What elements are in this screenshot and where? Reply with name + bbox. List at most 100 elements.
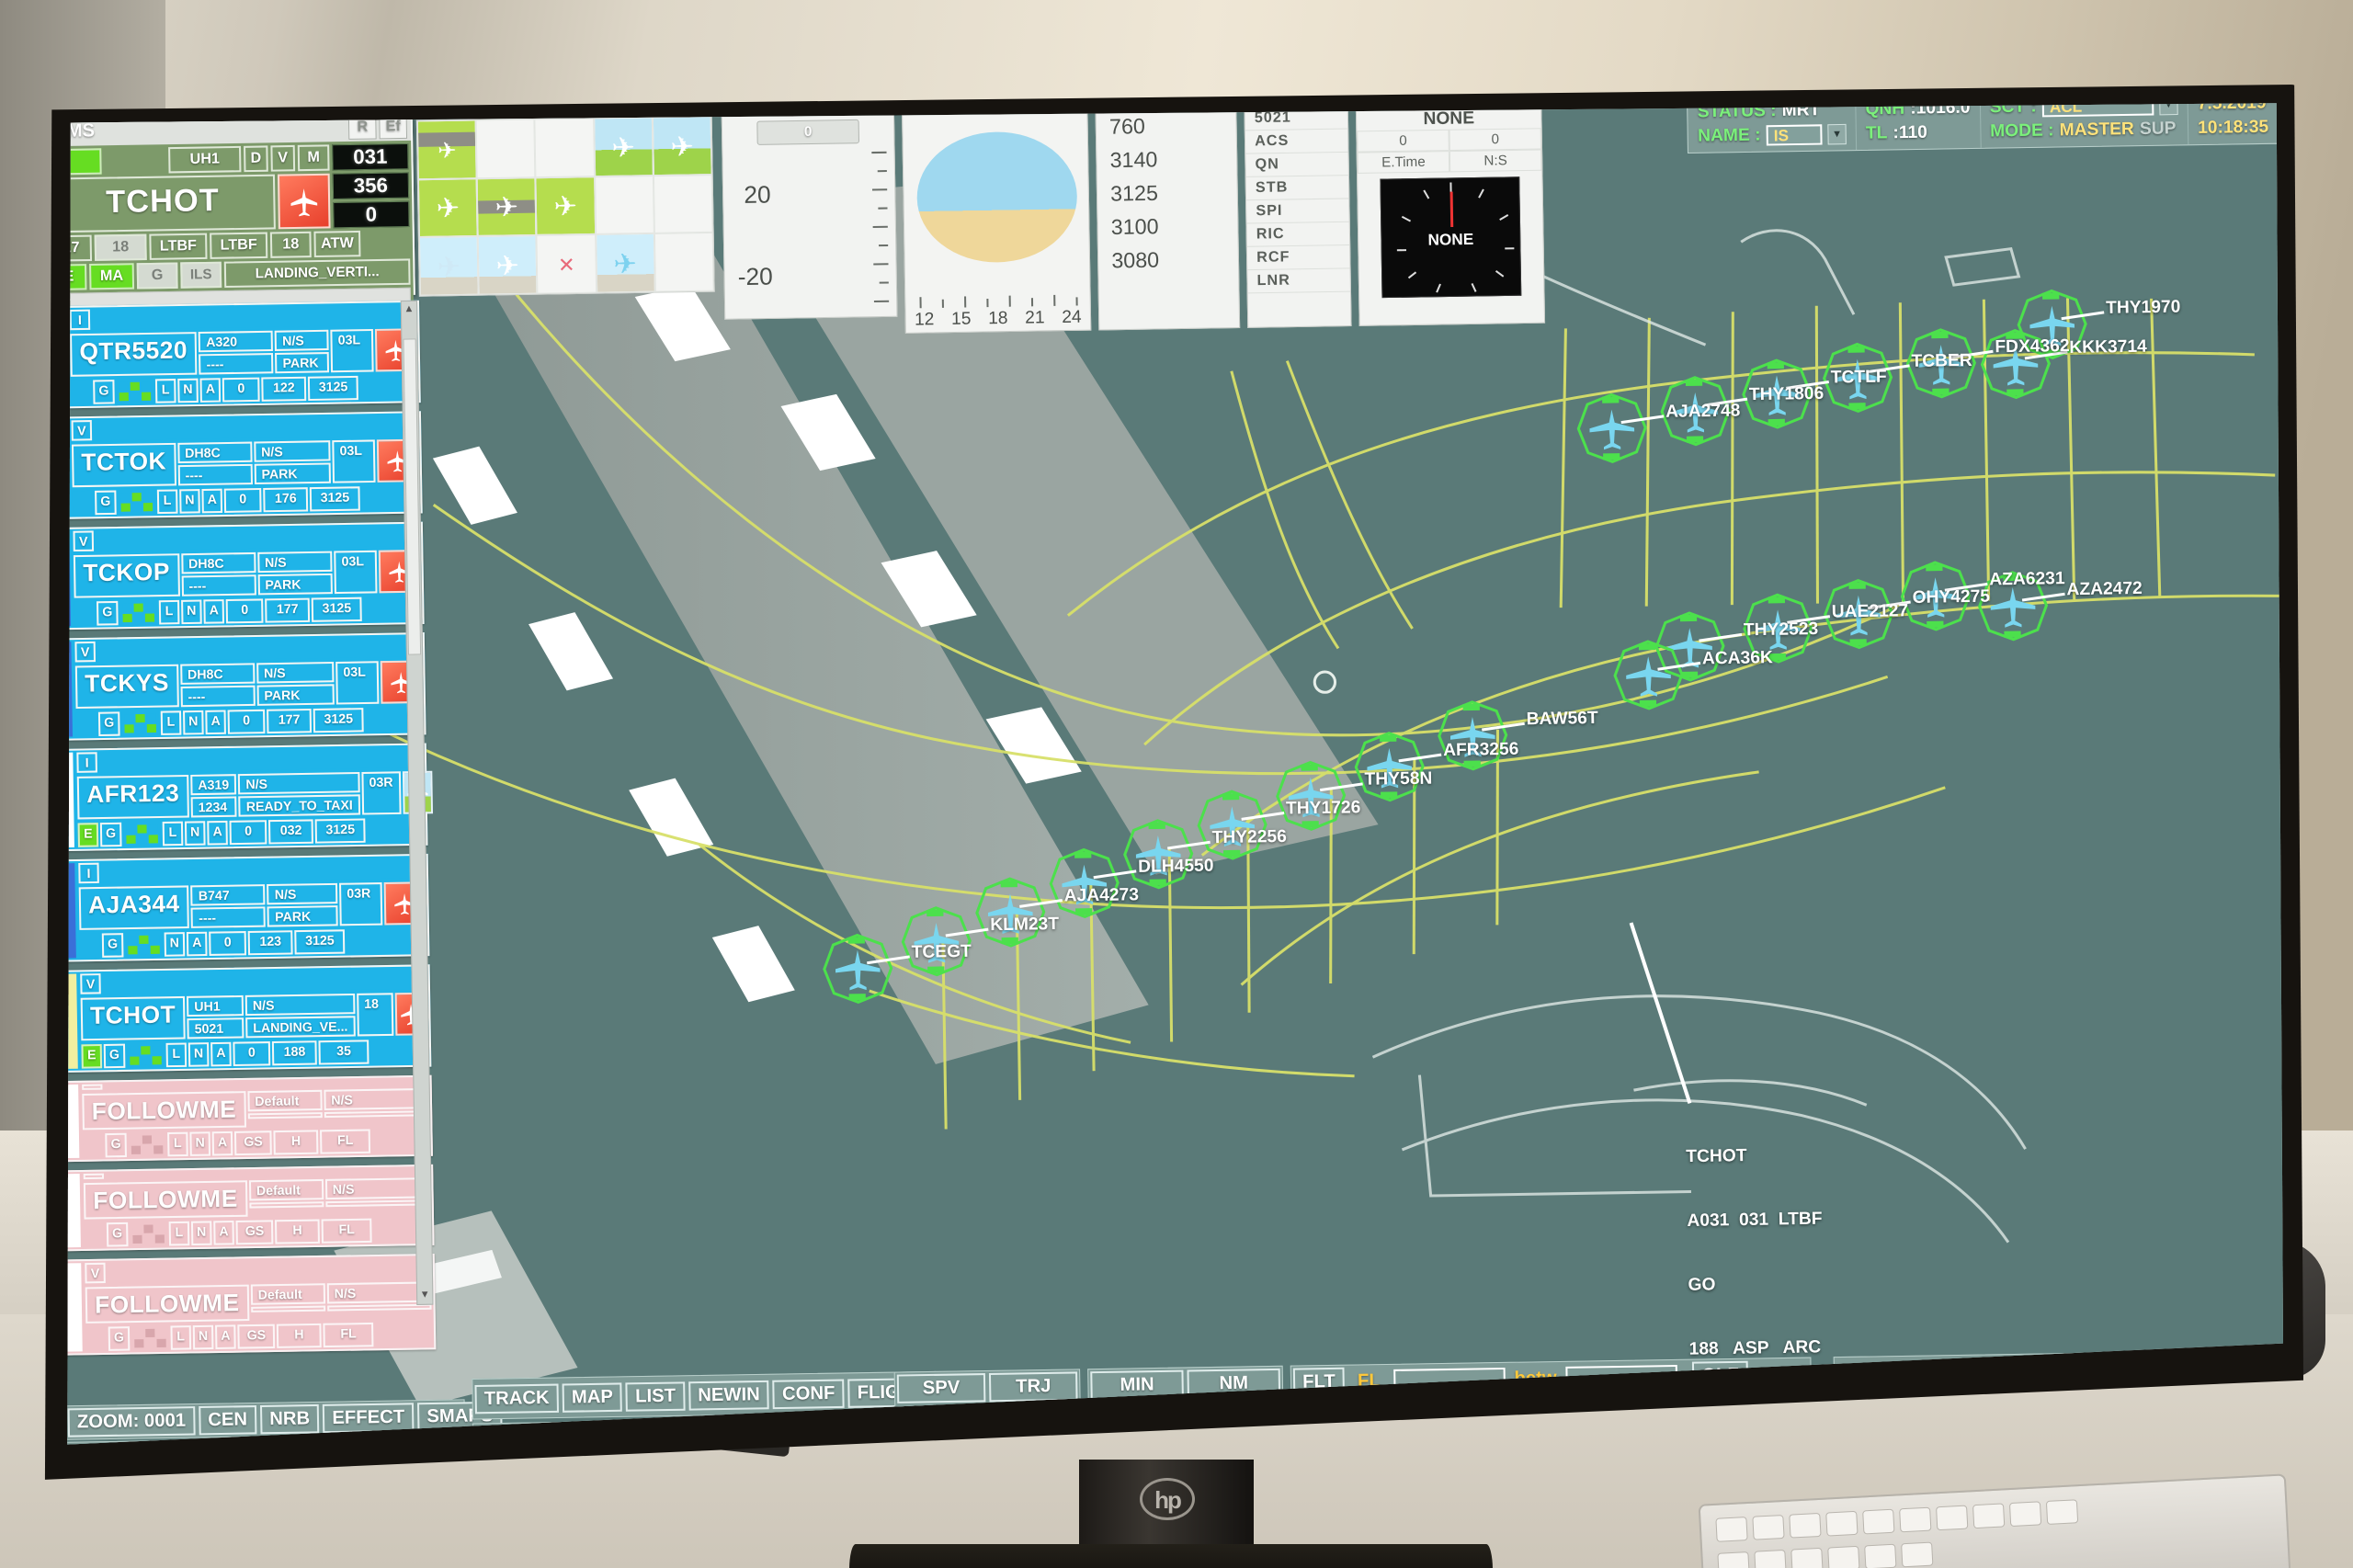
fms-window[interactable]: FMS R Ef UH1 D V M 031 TCHOT 356 0 17 18… xyxy=(67,110,415,339)
adi-label-4: 24 xyxy=(1062,307,1082,328)
map-symbol-palette[interactable]: ✈ ✈ ✈ ✈ ✈ ✈ ✈ ✈ ✕ ✈ xyxy=(415,115,715,297)
palette-cell-approach-icon[interactable]: ✈ xyxy=(477,235,538,295)
palette-cell-empty-3[interactable] xyxy=(594,175,654,235)
mode-item-6[interactable]: RCF xyxy=(1246,245,1350,271)
flight-strip[interactable]: I AJA344 B747 ---- N/S PARK 03R G N A 0 123 3125 xyxy=(67,853,430,962)
flight-strip[interactable]: I QTR5520 A320 ---- N/S PARK 03L G L N A 0 122 3125 xyxy=(67,300,421,409)
radar-target[interactable]: TCEGT xyxy=(813,923,1028,1012)
fms-dep-airport[interactable]: LTBF xyxy=(149,233,208,260)
strip-g-flag: G xyxy=(96,600,119,626)
fms-rwy-sel[interactable]: 18 xyxy=(269,231,312,258)
palette-cell-empty-2[interactable] xyxy=(534,118,595,177)
palette-cell-empty-5[interactable] xyxy=(654,233,714,292)
fms-arr-airport[interactable]: LTBF xyxy=(210,232,268,259)
fms-phase-field[interactable]: LANDING_VERTI... xyxy=(223,258,411,289)
track-button[interactable]: TRACK xyxy=(474,1383,560,1414)
spv-button[interactable]: SPV xyxy=(896,1373,986,1403)
vertical-deviation-widget[interactable]: 0 20 -20 xyxy=(721,112,898,320)
fms-m-button[interactable]: M xyxy=(297,144,330,172)
wind-dial-widget[interactable]: NONE 0 0 E.Time N:S NONE xyxy=(1355,103,1546,326)
fms-v-button[interactable]: V xyxy=(270,144,296,172)
target-callsign[interactable]: ACA36K xyxy=(1702,647,1773,670)
list-button[interactable]: LIST xyxy=(625,1381,686,1412)
flight-strip[interactable]: FOLLOWME Default N/S G L N A GS H FL xyxy=(67,1074,433,1163)
scroll-thumb[interactable] xyxy=(403,338,422,655)
strip-aircraft-type: Default xyxy=(247,1089,323,1112)
scroll-up-arrow[interactable]: ▲ xyxy=(403,303,415,316)
strip-route-1: N xyxy=(184,821,206,846)
center-button[interactable]: CEN xyxy=(198,1405,257,1436)
trj-button[interactable]: TRJ xyxy=(988,1371,1078,1403)
strip-num-2: H xyxy=(275,1219,321,1244)
palette-cell-pushback-icon[interactable]: ✈ xyxy=(417,177,478,238)
sup-label[interactable]: SUP xyxy=(2140,119,2177,140)
radar-target[interactable]: AJA2748 xyxy=(1566,382,1781,472)
altitude-value-1: 3140 xyxy=(1109,147,1158,173)
flight-strip[interactable]: V TCKOP DH8C ---- N/S PARK 03L G L N A 0 177 3125 xyxy=(67,521,425,631)
name-dropdown-arrow[interactable]: ▼ xyxy=(1827,123,1847,145)
fms-callsign[interactable]: TCHOT xyxy=(67,174,276,233)
strip-num-1: 0 xyxy=(233,1041,271,1066)
palette-cell-taxi-map-icon[interactable]: ✈ xyxy=(416,119,477,179)
flight-strip[interactable]: FOLLOWME Default N/S G L N A GS H FL xyxy=(67,1164,435,1252)
target-callsign[interactable]: THY1970 xyxy=(2106,296,2181,319)
fms-d-button[interactable]: D xyxy=(244,145,268,173)
mode-item-7[interactable]: LNR xyxy=(1247,268,1350,294)
mode-item-3[interactable]: STB xyxy=(1245,176,1349,201)
map-button[interactable]: MAP xyxy=(562,1381,623,1413)
strip-route-1: N xyxy=(182,710,204,735)
fms-rwy18[interactable]: 18 xyxy=(94,233,147,261)
mode-item-2[interactable]: QN xyxy=(1245,152,1348,177)
palette-cell-enroute-icon[interactable]: ✈ xyxy=(418,236,479,296)
strip-callsign: TCKOP xyxy=(73,553,180,598)
palette-cell-cancel-icon[interactable]: ✕ xyxy=(536,234,597,294)
flight-strip-list[interactable]: I QTR5520 A320 ---- N/S PARK 03L G L N A 0 122 3125 V T… xyxy=(67,300,437,1356)
strip-type-filler xyxy=(102,968,426,994)
scroll-down-arrow[interactable]: ▼ xyxy=(418,1289,431,1301)
fms-ils-flag[interactable]: ILS xyxy=(180,261,222,289)
flight-strip[interactable]: V TCKYS DH8C ---- N/S PARK 03L G L N A 0 177 3125 xyxy=(67,632,426,741)
palette-cell-departure-arrow-icon[interactable]: ✈ xyxy=(535,176,596,236)
palette-cell-empty-1[interactable] xyxy=(475,119,536,178)
mode-item-4[interactable]: SPI xyxy=(1246,199,1349,224)
strip-wake-state: N/S PARK xyxy=(256,551,333,596)
strip-callsign: AJA344 xyxy=(78,885,190,930)
brand-logo: hp xyxy=(1140,1478,1195,1520)
zoom-level-display[interactable]: ZOOM: 0001 xyxy=(67,1406,196,1437)
strip-num-3: 3125 xyxy=(311,597,362,622)
target-callsign[interactable]: AJA2748 xyxy=(1665,400,1741,423)
strip-wake-state: N/S PARK xyxy=(256,661,335,706)
altitude-tape-widget[interactable]: 760 3140 3125 3100 3080 xyxy=(1095,107,1241,331)
adi-label-2: 18 xyxy=(987,308,1008,329)
strip-selection-bar[interactable] xyxy=(67,1263,83,1352)
name-input[interactable]: IS xyxy=(1766,124,1823,146)
fms-g-flag[interactable]: G xyxy=(136,262,178,290)
wind-dial[interactable]: NONE xyxy=(1380,176,1522,299)
palette-cell-empty-4[interactable] xyxy=(653,174,713,234)
strip-num-3: 3125 xyxy=(314,818,366,844)
strip-status-mosaic xyxy=(123,822,161,846)
palette-cell-sid-icon[interactable]: ✈ xyxy=(595,233,655,293)
mode-item-5[interactable]: RIC xyxy=(1246,222,1350,247)
nrb-button[interactable]: NRB xyxy=(259,1403,320,1435)
fms-type-button[interactable]: UH1 xyxy=(168,145,242,174)
fms-ma-flag[interactable]: MA xyxy=(89,263,135,290)
strip-callsign: TCHOT xyxy=(80,995,186,1041)
palette-cell-takeoff-icon[interactable]: ✈ xyxy=(652,116,712,176)
effect-button[interactable]: EFFECT xyxy=(323,1403,415,1434)
flight-strip[interactable]: V TCTOK DH8C ---- N/S PARK 03L G L N A 0 176 3125 xyxy=(67,411,423,520)
conf-button[interactable]: CONF xyxy=(772,1379,845,1409)
palette-cell-runway-cross-icon[interactable]: ✈ xyxy=(476,176,537,237)
mode-item-1[interactable]: ACS xyxy=(1245,129,1348,154)
mode-code-list[interactable]: 5021 ACS QN STB SPI RIC RCF LNR xyxy=(1244,105,1352,328)
newin-button[interactable]: NEWIN xyxy=(688,1380,770,1411)
attitude-indicator-widget[interactable]: 12 15 18 21 24 xyxy=(902,108,1092,334)
target-callsign[interactable]: TCEGT xyxy=(911,941,972,963)
fms-atw-button[interactable]: ATW xyxy=(313,230,361,258)
strip-e-flag xyxy=(72,490,94,516)
flight-strip[interactable]: V FOLLOWME Default N/S G L N A GS H FL xyxy=(67,1253,437,1356)
flight-strip[interactable]: V TCHOT UH1 5021 N/S LANDING_VE... 18 E G L N A 0 188… xyxy=(67,964,432,1074)
palette-cell-landing-icon[interactable]: ✈ xyxy=(593,117,654,176)
strip-num-1: GS xyxy=(237,1324,276,1349)
flight-strip[interactable]: I AFR123 A319 1234 N/S READY_TO_TAXI 03R E G L N A 0… xyxy=(67,743,433,852)
